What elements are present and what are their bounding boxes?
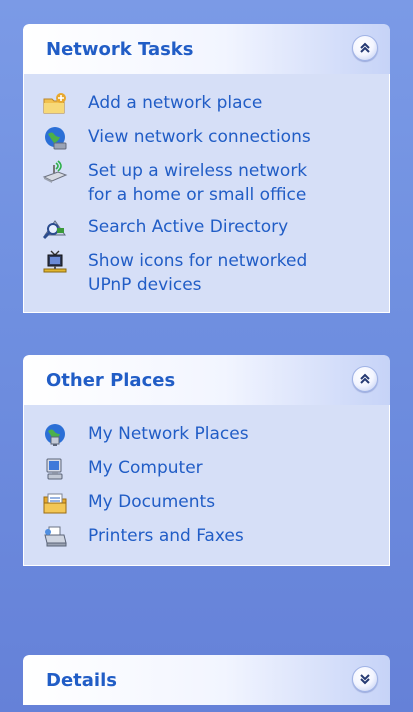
other-places-title: Other Places — [46, 370, 176, 391]
chevron-up-icon — [360, 373, 370, 384]
other-places-header[interactable]: Other Places — [23, 355, 390, 405]
task-label[interactable]: My Network Places — [88, 422, 249, 446]
network-tasks-header[interactable]: Network Tasks — [23, 24, 390, 74]
task-label[interactable]: Show icons for networked UPnP devices — [88, 249, 307, 297]
documents-folder-icon — [42, 490, 68, 516]
network-tasks-pane: Network Tasks Add a network place View n… — [23, 24, 390, 313]
place-my-network-places[interactable]: My Network Places — [24, 419, 389, 453]
collapse-network-tasks-button[interactable] — [352, 35, 378, 61]
search-directory-icon — [42, 215, 68, 241]
network-tasks-title: Network Tasks — [46, 39, 194, 60]
printer-icon — [42, 524, 68, 550]
task-label[interactable]: View network connections — [88, 125, 311, 149]
other-places-body: My Network Places My Computer My Documen… — [23, 405, 390, 566]
task-label[interactable]: My Documents — [88, 490, 215, 514]
task-show-upnp-icons[interactable]: Show icons for networked UPnP devices — [24, 246, 389, 302]
network-tasks-body: Add a network place View network connect… — [23, 74, 390, 313]
place-my-computer[interactable]: My Computer — [24, 453, 389, 487]
details-pane: Details — [23, 655, 390, 705]
chevron-down-icon — [360, 674, 370, 685]
task-label[interactable]: My Computer — [88, 456, 203, 480]
upnp-devices-icon — [42, 249, 68, 275]
chevron-up-icon — [360, 42, 370, 53]
task-label[interactable]: Add a network place — [88, 91, 262, 115]
task-search-active-directory[interactable]: Search Active Directory — [24, 212, 389, 246]
add-network-place-icon — [42, 91, 68, 117]
task-label[interactable]: Set up a wireless network for a home or … — [88, 159, 307, 207]
place-my-documents[interactable]: My Documents — [24, 487, 389, 521]
other-places-pane: Other Places My Network Places My Comput… — [23, 355, 390, 566]
network-connections-icon — [42, 125, 68, 151]
computer-icon — [42, 456, 68, 482]
task-view-network-connections[interactable]: View network connections — [24, 122, 389, 156]
task-label[interactable]: Search Active Directory — [88, 215, 288, 239]
expand-details-button[interactable] — [352, 666, 378, 692]
wireless-network-icon — [42, 159, 68, 185]
place-printers-and-faxes[interactable]: Printers and Faxes — [24, 521, 389, 555]
network-places-icon — [42, 422, 68, 448]
collapse-other-places-button[interactable] — [352, 366, 378, 392]
task-add-network-place[interactable]: Add a network place — [24, 88, 389, 122]
task-label[interactable]: Printers and Faxes — [88, 524, 244, 548]
details-title: Details — [46, 670, 117, 691]
task-setup-wireless-network[interactable]: Set up a wireless network for a home or … — [24, 156, 389, 212]
details-header[interactable]: Details — [23, 655, 390, 705]
